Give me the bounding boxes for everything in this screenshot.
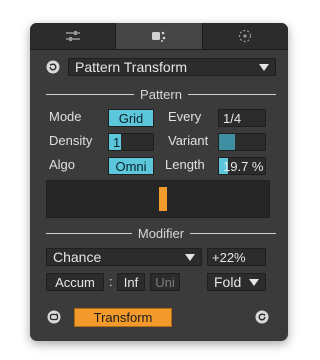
transform-button[interactable]: Transform <box>74 308 172 327</box>
chance-amount-field[interactable]: +22% <box>207 248 266 266</box>
tab-bar <box>30 23 288 50</box>
tab-parameters[interactable] <box>30 23 117 49</box>
variant-fill <box>219 134 235 150</box>
fold-select-value: Fold <box>214 274 242 290</box>
chevron-down-icon <box>249 278 259 286</box>
density-field[interactable]: 1 <box>108 133 154 151</box>
divider <box>46 232 132 234</box>
inf-button[interactable]: Inf <box>117 273 145 291</box>
length-value: 19.7 % <box>223 158 264 174</box>
device-panel: Pattern Transform Pattern Mode Grid Ever… <box>30 23 288 341</box>
uni-label: Uni <box>155 274 175 290</box>
pattern-section-label: Pattern <box>140 86 182 102</box>
pattern-section-header: Pattern <box>46 86 277 102</box>
chance-amount-value: +22% <box>212 249 246 265</box>
algo-button[interactable]: Omni <box>108 157 154 175</box>
every-label: Every <box>168 109 202 124</box>
algo-label: Algo <box>49 157 76 172</box>
density-value: 1 <box>113 134 121 150</box>
every-field[interactable]: 1/4 <box>218 109 266 127</box>
transform-header: Pattern Transform <box>46 57 276 77</box>
transform-type-value: Pattern Transform <box>75 59 188 75</box>
every-value: 1/4 <box>223 110 242 126</box>
transform-type-select[interactable]: Pattern Transform <box>68 58 276 76</box>
divider <box>46 93 135 95</box>
chance-select[interactable]: Chance <box>46 248 202 266</box>
transform-button-label: Transform <box>93 310 153 325</box>
algo-value: Omni <box>115 158 147 174</box>
modifier-section-label: Modifier <box>137 225 185 241</box>
chevron-down-icon <box>259 63 269 71</box>
variant-slider[interactable] <box>218 133 266 151</box>
chance-select-value: Chance <box>53 249 102 265</box>
mode-button[interactable]: Grid <box>108 109 154 127</box>
accum-separator: : <box>109 274 113 289</box>
fold-select[interactable]: Fold <box>207 273 266 291</box>
divider <box>190 232 276 234</box>
modifier-section-header: Modifier <box>46 225 276 241</box>
length-label: Length <box>165 157 205 172</box>
inf-label: Inf <box>123 274 139 290</box>
dice-icon <box>151 31 166 42</box>
accum-label: Accum <box>55 274 95 290</box>
density-label: Density <box>49 133 93 148</box>
tab-randomize[interactable] <box>116 23 203 49</box>
sliders-icon <box>65 31 80 41</box>
uni-button[interactable]: Uni <box>150 273 180 291</box>
accum-button[interactable]: Accum <box>46 273 104 291</box>
mode-value: Grid <box>118 110 144 126</box>
variant-label: Variant <box>168 133 209 148</box>
chevron-down-icon <box>185 253 195 261</box>
mode-label: Mode <box>49 109 82 124</box>
refresh-icon[interactable] <box>46 60 60 74</box>
pattern-display[interactable] <box>46 180 270 218</box>
loop-icon[interactable] <box>47 310 61 324</box>
pattern-step-marker <box>159 187 167 211</box>
tab-target[interactable] <box>202 23 288 49</box>
divider <box>187 93 277 95</box>
target-icon <box>239 29 252 43</box>
length-field[interactable]: 19.7 % <box>218 157 266 175</box>
reset-icon[interactable] <box>255 310 269 324</box>
